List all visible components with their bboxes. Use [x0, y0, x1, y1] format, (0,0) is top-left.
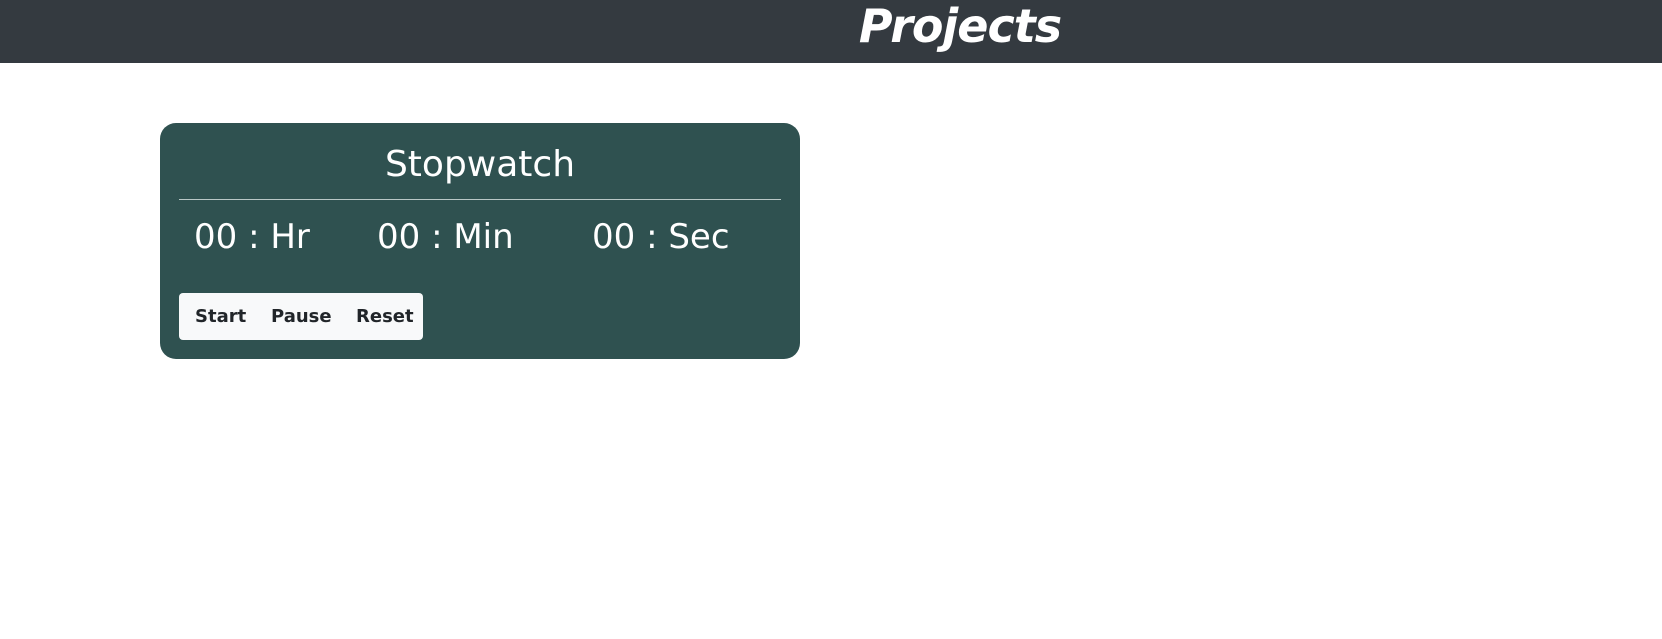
reset-button[interactable]: Reset	[356, 293, 414, 340]
stopwatch-card: Stopwatch 00 : Hr 00 : Min 00 : Sec Star…	[160, 123, 800, 359]
hours-display: 00 : Hr	[194, 217, 310, 257]
minutes-display: 00 : Min	[377, 217, 514, 257]
top-header-bar: Projects	[0, 0, 1662, 63]
stopwatch-title: Stopwatch	[384, 144, 576, 185]
page-title: Projects	[858, 0, 1062, 53]
title-divider	[179, 199, 781, 200]
start-button[interactable]: Start	[195, 293, 246, 340]
seconds-display: 00 : Sec	[592, 217, 730, 257]
pause-button[interactable]: Pause	[271, 293, 332, 340]
control-button-group: Start Pause Reset	[179, 293, 423, 340]
